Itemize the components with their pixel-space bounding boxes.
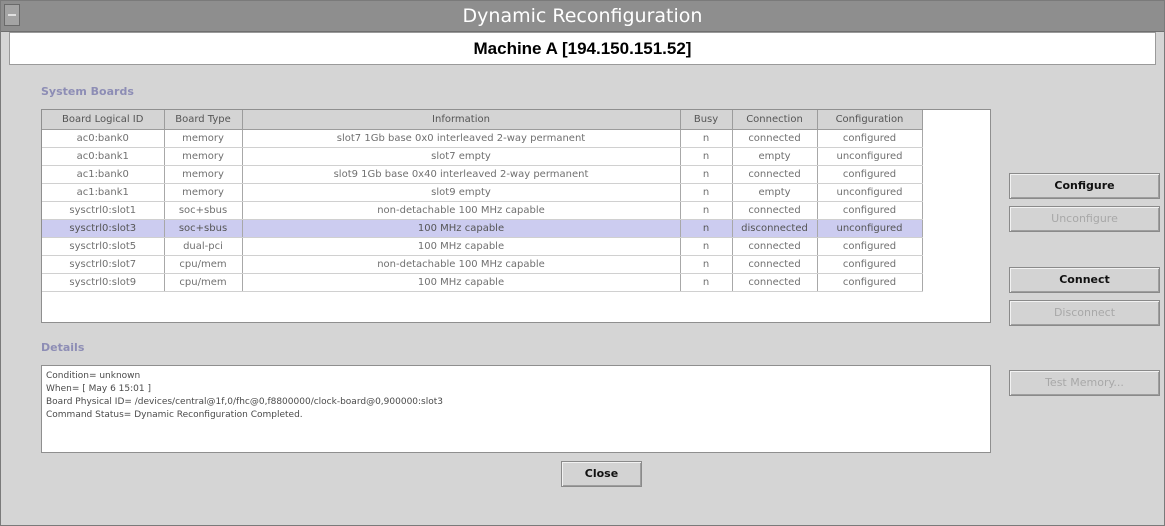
machine-label: Machine A [194.150.151.52]	[9, 32, 1156, 65]
cell-information: 100 MHz capable	[242, 237, 681, 256]
table-row[interactable]: sysctrl0:slot5 dual-pci 100 MHz capable …	[42, 237, 923, 256]
cell-configuration: configured	[817, 165, 923, 184]
cell-connection: connected	[732, 255, 818, 274]
cell-board-type: soc+sbus	[164, 219, 243, 238]
cell-information: slot7 1Gb base 0x0 interleaved 2-way per…	[242, 129, 681, 148]
system-boards-table: Board Logical ID Board Type Information …	[41, 109, 991, 323]
cell-board-id: sysctrl0:slot7	[42, 255, 165, 274]
details-condition: Condition= unknown	[46, 371, 141, 381]
cell-busy: n	[680, 165, 733, 184]
cell-connection: connected	[732, 237, 818, 256]
cell-configuration: configured	[817, 237, 923, 256]
cell-information: non-detachable 100 MHz capable	[242, 201, 681, 220]
cell-information: non-detachable 100 MHz capable	[242, 255, 681, 274]
cell-board-type: cpu/mem	[164, 255, 243, 274]
table-header-row: Board Logical ID Board Type Information …	[42, 110, 923, 130]
cell-information: slot7 empty	[242, 147, 681, 166]
cell-busy: n	[680, 201, 733, 220]
column-header-configuration[interactable]: Configuration	[817, 110, 923, 130]
column-header-busy[interactable]: Busy	[680, 110, 733, 130]
cell-information: 100 MHz capable	[242, 273, 681, 292]
cell-connection: connected	[732, 201, 818, 220]
cell-information: 100 MHz capable	[242, 219, 681, 238]
details-when: When= [ May 6 15:01 ]	[46, 384, 151, 394]
cell-configuration: configured	[817, 255, 923, 274]
dr-window: Dynamic Reconfiguration Machine A [194.1…	[0, 0, 1165, 526]
column-header-board-type[interactable]: Board Type	[164, 110, 243, 130]
cell-board-id: sysctrl0:slot1	[42, 201, 165, 220]
cell-busy: n	[680, 129, 733, 148]
cell-board-type: memory	[164, 183, 243, 202]
table-row[interactable]: ac1:bank0 memory slot9 1Gb base 0x40 int…	[42, 165, 923, 184]
cell-connection: empty	[732, 183, 818, 202]
cell-busy: n	[680, 273, 733, 292]
cell-information: slot9 empty	[242, 183, 681, 202]
cell-board-id: ac1:bank1	[42, 183, 165, 202]
cell-board-id: sysctrl0:slot5	[42, 237, 165, 256]
cell-board-id: ac0:bank1	[42, 147, 165, 166]
title-bar[interactable]: Dynamic Reconfiguration	[1, 1, 1164, 32]
cell-configuration: unconfigured	[817, 147, 923, 166]
test-memory-button[interactable]: Test Memory...	[1009, 370, 1160, 396]
cell-board-type: memory	[164, 129, 243, 148]
system-boards-label: System Boards	[41, 85, 134, 98]
table-row[interactable]: ac1:bank1 memory slot9 empty n empty unc…	[42, 183, 923, 202]
cell-connection: empty	[732, 147, 818, 166]
cell-busy: n	[680, 219, 733, 238]
cell-configuration: configured	[817, 129, 923, 148]
cell-board-id: sysctrl0:slot3	[42, 219, 165, 238]
cell-configuration: unconfigured	[817, 219, 923, 238]
cell-board-type: cpu/mem	[164, 273, 243, 292]
cell-busy: n	[680, 147, 733, 166]
cell-configuration: unconfigured	[817, 183, 923, 202]
cell-configuration: configured	[817, 201, 923, 220]
cell-connection: connected	[732, 129, 818, 148]
cell-board-type: memory	[164, 147, 243, 166]
disconnect-button[interactable]: Disconnect	[1009, 300, 1160, 326]
cell-board-type: soc+sbus	[164, 201, 243, 220]
table-row[interactable]: sysctrl0:slot1 soc+sbus non-detachable 1…	[42, 201, 923, 220]
cell-information: slot9 1Gb base 0x40 interleaved 2-way pe…	[242, 165, 681, 184]
cell-board-type: dual-pci	[164, 237, 243, 256]
configure-button[interactable]: Configure	[1009, 173, 1160, 199]
unconfigure-button[interactable]: Unconfigure	[1009, 206, 1160, 232]
column-header-information[interactable]: Information	[242, 110, 681, 130]
table-row-selected[interactable]: sysctrl0:slot3 soc+sbus 100 MHz capable …	[42, 219, 923, 238]
column-header-connection[interactable]: Connection	[732, 110, 818, 130]
details-board-physical-id: Board Physical ID= /devices/central@1f,0…	[46, 397, 444, 407]
cell-busy: n	[680, 237, 733, 256]
cell-board-id: ac0:bank0	[42, 129, 165, 148]
details-text-area[interactable]: Condition= unknown When= [ May 6 15:01 ]…	[41, 365, 991, 453]
cell-board-type: memory	[164, 165, 243, 184]
cell-connection: connected	[732, 165, 818, 184]
window-title: Dynamic Reconfiguration	[462, 5, 703, 27]
cell-board-id: ac1:bank0	[42, 165, 165, 184]
column-header-board-logical-id[interactable]: Board Logical ID	[42, 110, 165, 130]
table-row[interactable]: ac0:bank1 memory slot7 empty n empty unc…	[42, 147, 923, 166]
table-row[interactable]: sysctrl0:slot9 cpu/mem 100 MHz capable n…	[42, 273, 923, 292]
close-button[interactable]: Close	[561, 461, 642, 487]
table-row[interactable]: sysctrl0:slot7 cpu/mem non-detachable 10…	[42, 255, 923, 274]
cell-board-id: sysctrl0:slot9	[42, 273, 165, 292]
cell-configuration: configured	[817, 273, 923, 292]
details-command-status: Command Status= Dynamic Reconfiguration …	[46, 410, 303, 420]
cell-connection: disconnected	[732, 219, 818, 238]
cell-connection: connected	[732, 273, 818, 292]
details-label: Details	[41, 341, 85, 354]
connect-button[interactable]: Connect	[1009, 267, 1160, 293]
cell-busy: n	[680, 183, 733, 202]
table-row[interactable]: ac0:bank0 memory slot7 1Gb base 0x0 inte…	[42, 129, 923, 148]
cell-busy: n	[680, 255, 733, 274]
